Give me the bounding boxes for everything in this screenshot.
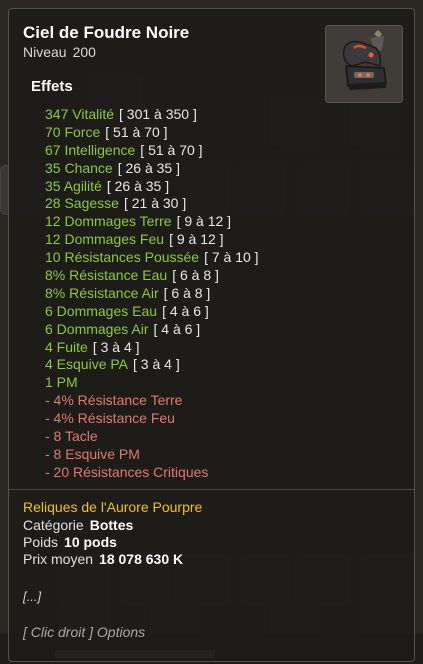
effect-line: 28 Sagesse[ 21 à 30 ] [45,194,259,212]
effect-range: [ 4 à 6 ] [162,302,209,319]
effect-range: [ 51 à 70 ] [140,141,203,158]
effect-range: [ 9 à 12 ] [176,213,232,230]
price-label: Prix moyen [23,551,94,567]
weight-label: Poids [23,534,59,550]
effect-range: [ 3 à 4 ] [133,356,180,373]
effect-range: [ 6 à 8 ] [172,267,219,284]
effect-text: - 4% Résistance Feu [45,410,175,427]
options-hint: [ Clic droit ] Options [23,624,146,640]
more-indicator: [...] [23,589,42,604]
effect-line: 12 Dommages Terre[ 9 à 12 ] [45,212,259,230]
item-image [325,25,403,103]
effect-text: 12 Dommages Terre [45,213,172,230]
effect-range: [ 4 à 6 ] [153,320,201,337]
item-name: Ciel de Foudre Noire [23,23,190,42]
price-value: 18 078 630 K [99,551,184,567]
effect-range: [ 3 à 4 ] [92,338,140,355]
effect-text: 6 Dommages Eau [45,302,158,319]
level-value: 200 [72,44,96,60]
effect-range: [ 26 à 35 ] [117,159,180,176]
effect-line: 6 Dommages Eau[ 4 à 6 ] [45,302,259,320]
effect-line: - 4% Résistance Terre [45,391,259,409]
effect-line: 10 Résistances Poussée[ 7 à 10 ] [45,248,259,266]
effect-text: 347 Vitalité [45,106,115,122]
effect-text: 8% Résistance Eau [45,267,168,284]
effects-section-label: Effets [31,78,73,95]
effect-text: 67 Intelligence [45,141,136,158]
effect-line: - 8 Esquive PM [45,445,259,463]
effect-line: 70 Force[ 51 à 70 ] [45,123,259,141]
price-row: Prix moyen 18 078 630 K [23,551,183,567]
effect-text: 35 Agilité [45,177,102,194]
effect-line: 1 PM [45,373,259,391]
weight-row: Poids 10 pods [23,534,117,550]
category-value: Bottes [89,517,134,533]
effect-line: 4 Fuite[ 3 à 4 ] [45,338,259,356]
effect-range: [ 26 à 35 ] [106,177,170,194]
weight-value: 10 pods [64,534,117,550]
effects-list: 347 Vitalité[ 301 à 350 ] 70 Force[ 51 à … [45,105,259,481]
effect-text: - 8 Tacle [45,428,98,445]
effect-range: [ 21 à 30 ] [123,195,187,212]
effect-range: [ 301 à 350 ] [119,106,197,122]
effect-text: 10 Résistances Poussée [45,249,200,266]
effect-text: 4 Fuite [45,338,88,355]
category-row: Catégorie Bottes [23,517,133,533]
effect-text: 6 Dommages Air [45,320,149,337]
item-tooltip: Ciel de Foudre Noire Niveau 200 Effets 34… [8,8,415,662]
effect-line: - 20 Résistances Critiques [45,463,259,481]
effect-text: 28 Sagesse [45,195,119,212]
effect-text: - 4% Résistance Terre [45,392,183,409]
effect-line: 35 Chance[ 26 à 35 ] [45,159,259,177]
effect-line: 6 Dommages Air[ 4 à 6 ] [45,320,259,338]
effect-text: 12 Dommages Feu [45,231,165,248]
effect-text: - 8 Esquive PM [45,445,140,462]
category-label: Catégorie [23,517,84,533]
effect-range: [ 51 à 70 ] [105,123,168,140]
effect-line: 8% Résistance Air[ 6 à 8 ] [45,284,259,302]
effect-text: 35 Chance [45,159,113,176]
effect-text: 8% Résistance Air [45,284,159,301]
effect-text: 70 Force [45,123,101,140]
effect-line: 347 Vitalité[ 301 à 350 ] [45,105,259,123]
effect-range: [ 9 à 12 ] [169,231,224,248]
effect-text: 4 Esquive PA [45,356,129,373]
effect-line: - 8 Tacle [45,427,259,445]
item-level: Niveau 200 [23,44,96,60]
effect-line: 35 Agilité[ 26 à 35 ] [45,177,259,195]
effect-line: 8% Résistance Eau[ 6 à 8 ] [45,266,259,284]
level-label: Niveau [23,44,67,60]
effect-line: 4 Esquive PA[ 3 à 4 ] [45,355,259,373]
effect-line: - 4% Résistance Feu [45,409,259,427]
effect-text: 1 PM [45,374,78,391]
divider [9,489,414,490]
item-set-link[interactable]: Reliques de l'Aurore Pourpre [23,499,202,515]
effect-line: 12 Dommages Feu[ 9 à 12 ] [45,230,259,248]
effect-range: [ 6 à 8 ] [163,284,211,301]
black-boots-icon [342,30,387,90]
effect-text: - 20 Résistances Critiques [45,463,209,480]
effect-line: 67 Intelligence[ 51 à 70 ] [45,141,259,159]
effect-range: [ 7 à 10 ] [204,249,259,266]
